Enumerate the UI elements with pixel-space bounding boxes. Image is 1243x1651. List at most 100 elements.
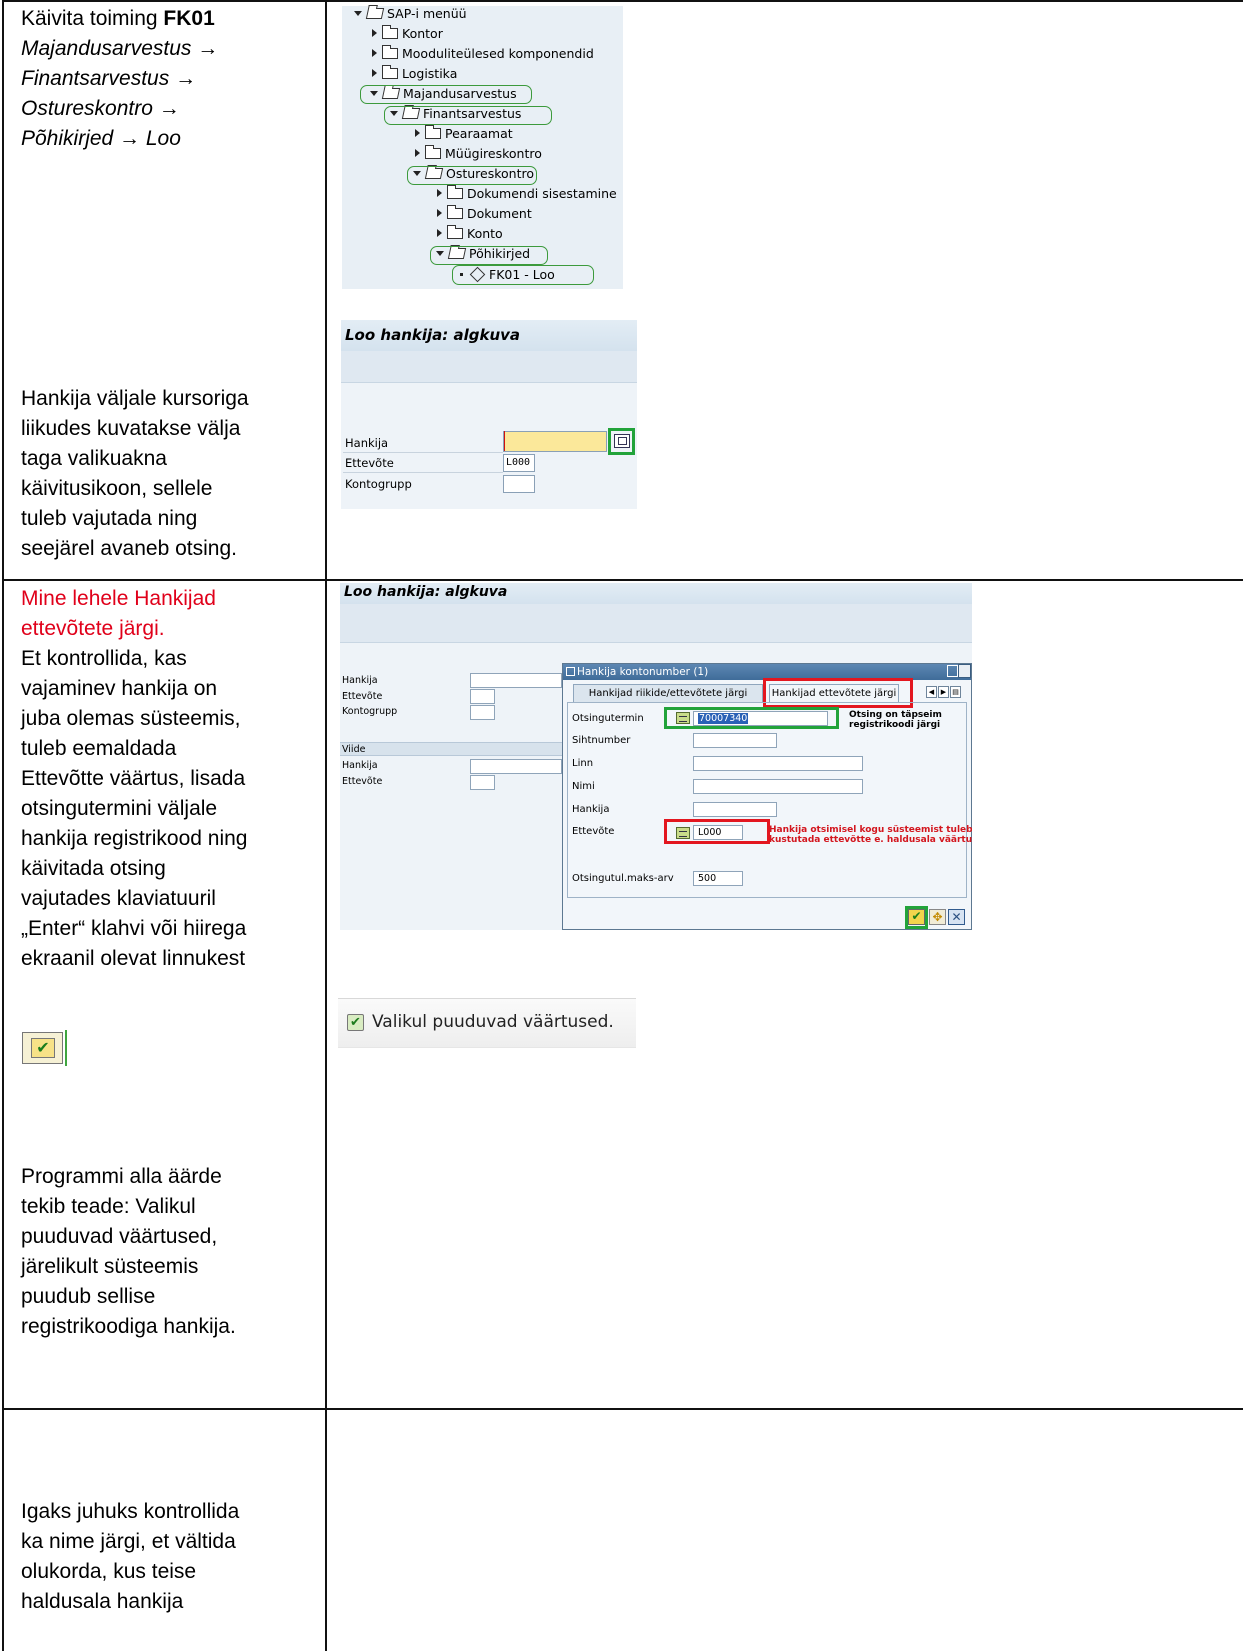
row2-instruction: Mine lehele Hankijad ettevõtete järgi. E… (21, 584, 247, 974)
sihtnumber-input[interactable] (693, 733, 777, 748)
value-help-icon[interactable] (614, 434, 630, 448)
ref-hankija-input[interactable] (470, 759, 562, 774)
row1-instruction: Käivita toiming FK01 Majandusarvestus → … (21, 4, 218, 154)
cancel-icon[interactable]: ✕ (948, 909, 965, 925)
collapsed-arrow-icon (437, 209, 442, 217)
open-folder-icon (365, 7, 385, 19)
status-message-bar: ✔ Valikul puuduvad väärtused. (338, 998, 636, 1048)
label-linn: Linn (572, 758, 594, 769)
result-line: puuduvad väärtused, (21, 1225, 218, 1248)
result-line: järelikult süsteemis (21, 1255, 199, 1278)
company-field-highlight (664, 819, 770, 844)
ref-label-ettevote: Ettevõte (342, 776, 383, 787)
label-nimi: Nimi (572, 781, 595, 792)
bg-ettevote-input[interactable] (470, 689, 495, 704)
hint-line: Hankija väljale kursoriga (21, 387, 249, 410)
success-check-icon: ✔ (347, 1014, 364, 1031)
red-instruction-line: ettevõtete järgi. (21, 617, 165, 640)
bg-kontogrupp-input[interactable] (470, 705, 495, 720)
instruction-line: Igaks juhuks kontrollida (21, 1500, 240, 1523)
tree-node-myygireskontro[interactable]: Müügireskontro (415, 143, 542, 163)
tree-node-pearaamat[interactable]: Pearaamat (415, 123, 513, 143)
table-left-border (2, 0, 4, 1651)
folder-icon (382, 24, 398, 39)
expanded-arrow-icon (354, 10, 362, 16)
label-sihtnumber: Sihtnumber (572, 735, 631, 746)
kontogrupp-input[interactable] (503, 475, 535, 493)
highlight-oval (430, 246, 548, 265)
instruction-line: vajutades klaviatuuril (21, 887, 216, 910)
instruction-line: „Enter“ klahvi või hiirega (21, 917, 247, 940)
bg-label-kontogrupp: Kontogrupp (342, 706, 398, 717)
tab-prev-icon[interactable]: ◀ (926, 686, 937, 698)
max-hits-input[interactable]: 500 (693, 871, 743, 886)
tree-node-label: Logistika (402, 65, 458, 81)
menu-path-step: Finantsarvestus → (21, 67, 197, 90)
tab-list-icon[interactable]: ▤ (950, 686, 961, 698)
document-page: Käivita toiming FK01 Majandusarvestus → … (0, 0, 1243, 1651)
label-max-hits: Otsingutul.maks-arv (572, 873, 674, 884)
tree-node-label: Dokumendi sisestamine (467, 185, 617, 201)
ref-label-hankija: Hankija (342, 760, 378, 771)
hankija-input[interactable] (693, 802, 777, 817)
tree-node-cross-module[interactable]: Mooduliteülesed komponendid (372, 43, 594, 63)
highlight-oval (452, 265, 594, 285)
instruction-line: ka nime järgi, et vältida (21, 1530, 236, 1553)
table-top-border (2, 0, 1243, 2)
ref-ettevote-input[interactable] (470, 775, 495, 790)
folder-icon (447, 224, 463, 239)
tree-node-konto[interactable]: Konto (437, 223, 503, 243)
collapsed-arrow-icon (415, 129, 420, 137)
tree-node-sap-menu[interactable]: SAP-i menüü (354, 3, 467, 23)
hint-line: seejärel avaneb otsing. (21, 537, 237, 560)
instruction-line: haldusala hankija (21, 1590, 184, 1613)
hint-line: käivitusikoon, sellele (21, 477, 213, 500)
instruction-line: otsingutermini väljale (21, 797, 218, 820)
row2-result: Programmi alla äärde tekib teade: Valiku… (21, 1162, 236, 1342)
result-line: Programmi alla äärde (21, 1165, 222, 1188)
field-label-ettevote: Ettevõte (345, 456, 394, 470)
field-separator (343, 472, 503, 473)
search-term-highlight (664, 707, 839, 729)
tab-countries-companies[interactable]: Hankijad riikide/ettevõtete järgi (573, 684, 763, 702)
collapsed-arrow-icon (437, 189, 442, 197)
bg-hankija-input[interactable] (470, 673, 562, 688)
minimize-icon[interactable] (947, 665, 958, 677)
field-label-kontogrupp: Kontogrupp (345, 477, 412, 491)
tree-node-dokumendi-sisestamine[interactable]: Dokumendi sisestamine (437, 183, 617, 203)
ettevote-input[interactable]: L000 (503, 454, 535, 472)
ok-checkmark-button[interactable]: ✔ (908, 909, 925, 925)
tree-node-label: SAP-i menüü (387, 5, 467, 21)
linn-input[interactable] (693, 756, 863, 771)
instruction-line: Et kontrollida, kas (21, 647, 187, 670)
tree-node-kontor[interactable]: Kontor (372, 23, 443, 43)
find-icon[interactable]: ✥ (929, 909, 946, 925)
hankija-input[interactable] (503, 431, 607, 452)
highlight-oval (407, 166, 537, 185)
collapsed-arrow-icon (437, 229, 442, 237)
nimi-input[interactable] (693, 779, 863, 794)
tab-next-icon[interactable]: ▶ (938, 686, 949, 698)
instruction-line: Ettevõtte väärtus, lisada (21, 767, 246, 790)
field-separator (343, 452, 503, 453)
screen-title: Loo hankija: algkuva (341, 320, 637, 352)
tree-node-logistika[interactable]: Logistika (372, 63, 457, 83)
hint-line: tuleb vajutada ning (21, 507, 198, 530)
status-message-text: Valikul puuduvad väärtused. (372, 1012, 614, 1032)
row1-hint: Hankija väljale kursoriga liikudes kuvat… (21, 384, 249, 564)
result-line: tekib teade: Valikul (21, 1195, 196, 1218)
section-header-viide: Viide (340, 742, 562, 756)
menu-path-step: Põhikirjed → Loo (21, 127, 181, 150)
collapsed-arrow-icon (372, 49, 377, 57)
sap-vendor-search-screen: Loo hankija: algkuva Hankija Ettevõte Ko… (340, 583, 972, 930)
tree-node-dokument[interactable]: Dokument (437, 203, 532, 223)
tree-node-label: Dokument (467, 205, 532, 221)
tree-node-label: Mooduliteülesed komponendid (402, 45, 594, 61)
collapsed-arrow-icon (415, 149, 420, 157)
bg-label-hankija: Hankija (342, 675, 378, 686)
instruction-line: vajaminev hankija on (21, 677, 218, 700)
folder-icon (425, 144, 441, 159)
row-divider-1 (2, 579, 1243, 581)
close-icon[interactable] (958, 664, 971, 678)
inline-checkmark-icon: ✔ (22, 1032, 63, 1064)
